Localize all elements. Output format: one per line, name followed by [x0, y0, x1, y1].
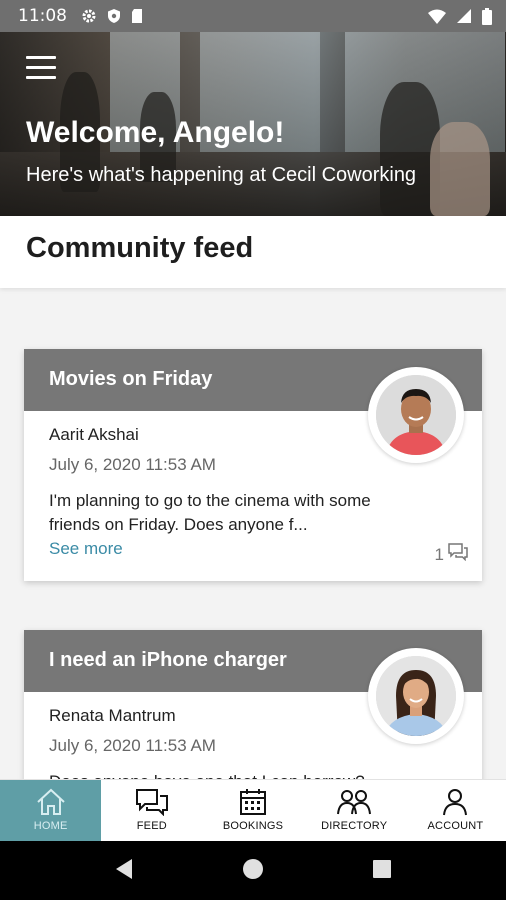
post-author: Aarit Akshai [49, 425, 139, 444]
person-icon [442, 788, 468, 816]
welcome-title: Welcome, Angelo! [26, 116, 285, 149]
post-date: July 6, 2020 11:53 AM [49, 736, 216, 755]
sd-card-icon [131, 8, 143, 24]
recents-square-icon[interactable] [372, 859, 392, 883]
post-date: July 6, 2020 11:53 AM [49, 455, 216, 474]
nav-home[interactable]: HOME [0, 780, 102, 841]
feed-header: Community feed [0, 216, 506, 288]
battery-icon [482, 7, 492, 25]
see-more-link[interactable]: See more [49, 539, 123, 559]
post-author: Renata Mantrum [49, 706, 176, 725]
status-bar: 11:08 [0, 0, 506, 32]
post-body: I'm planning to go to the cinema with so… [49, 491, 371, 534]
back-icon[interactable] [114, 858, 134, 884]
hero-banner: Welcome, Angelo! Here's what's happening… [0, 32, 506, 216]
bottom-navigation: HOME FEED BOOKINGS DIRECTORY ACCOUNT [0, 779, 506, 841]
nav-directory[interactable]: DIRECTORY [304, 780, 405, 841]
wifi-icon [428, 9, 446, 24]
home-icon [36, 788, 66, 816]
signal-icon [456, 8, 472, 24]
nav-label: FEED [136, 820, 167, 832]
hamburger-menu-icon[interactable] [26, 56, 56, 80]
comment-icon [448, 543, 468, 566]
nav-label: DIRECTORY [321, 820, 388, 832]
comment-count[interactable]: 1 [435, 543, 468, 566]
nav-label: ACCOUNT [427, 820, 484, 832]
nav-bookings[interactable]: BOOKINGS [202, 780, 303, 841]
system-navigation-bar [0, 841, 506, 900]
avatar[interactable] [368, 648, 464, 744]
comment-count-value: 1 [434, 544, 444, 564]
shield-icon [107, 8, 121, 24]
calendar-icon [239, 788, 267, 816]
feed-icon [135, 788, 169, 816]
avatar[interactable] [368, 367, 464, 463]
settings-gear-icon [81, 8, 97, 24]
page-title: Community feed [26, 232, 254, 264]
people-icon [336, 788, 372, 816]
nav-account[interactable]: ACCOUNT [405, 780, 506, 841]
welcome-subtitle: Here's what's happening at Cecil Coworki… [26, 164, 417, 186]
status-time: 11:08 [18, 6, 67, 26]
post-card[interactable]: Movies on Friday Aarit Akshai July 6, 20… [24, 349, 482, 581]
nav-feed[interactable]: FEED [101, 780, 202, 841]
home-circle-icon[interactable] [242, 858, 264, 884]
nav-label: BOOKINGS [222, 820, 284, 832]
nav-label: HOME [33, 820, 68, 832]
